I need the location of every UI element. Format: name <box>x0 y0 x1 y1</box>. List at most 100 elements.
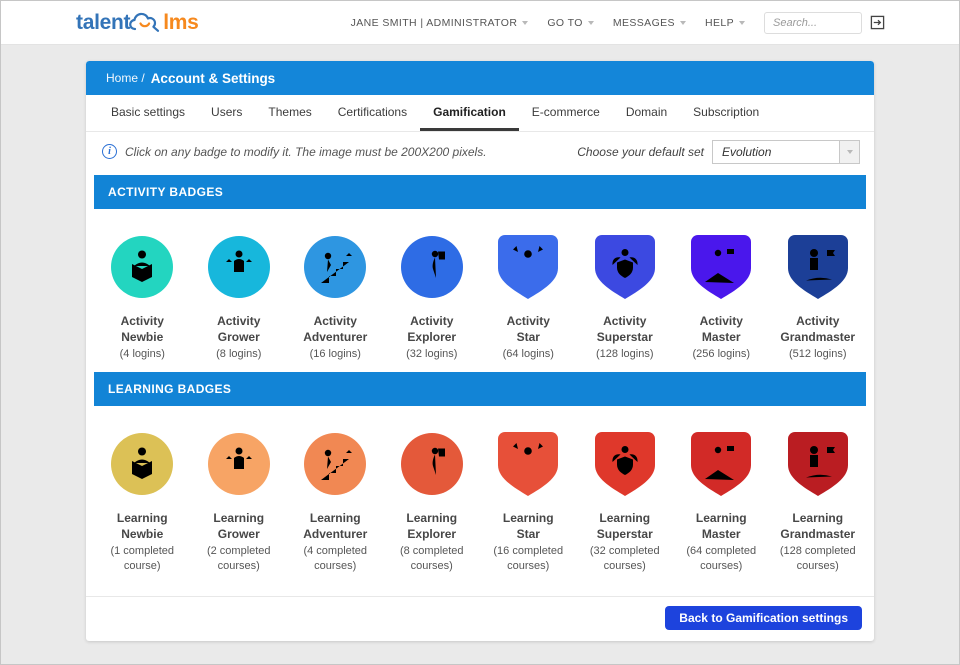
badge-graphic <box>593 430 657 502</box>
nav-help-label: HELP <box>705 17 734 29</box>
nav-go-to-label: GO TO <box>547 17 582 29</box>
tab-domain[interactable]: Domain <box>613 95 680 131</box>
badge-graphic <box>689 233 753 305</box>
badge-requirement: (1 completed course) <box>95 544 190 574</box>
card-footer: Back to Gamification settings <box>86 596 874 641</box>
activity-badges-header: ACTIVITY BADGES <box>94 175 866 209</box>
badge-graphic <box>303 430 367 502</box>
user-menu-label: JANE SMITH | ADMINISTRATOR <box>351 17 518 29</box>
default-set-area: Choose your default set Evolution <box>577 140 860 164</box>
nav-help[interactable]: HELP <box>705 17 745 29</box>
nav-go-to[interactable]: GO TO <box>547 17 593 29</box>
badge-activity-master[interactable]: Activity Master (256 logins) <box>673 233 770 362</box>
badge-activity-adventurer[interactable]: Activity Adventurer (16 logins) <box>287 233 384 362</box>
badge-requirement: (8 logins) <box>216 347 261 362</box>
badge-learning-newbie[interactable]: Learning Newbie (1 completed course) <box>94 430 191 574</box>
badge-name: Activity Explorer <box>384 314 481 345</box>
info-icon: i <box>102 144 117 159</box>
tab-basic-settings[interactable]: Basic settings <box>98 95 198 131</box>
badge-activity-superstar[interactable]: Activity Superstar (128 logins) <box>577 233 674 362</box>
badge-activity-grower[interactable]: Activity Grower (8 logins) <box>191 233 288 362</box>
badge-learning-grandmaster[interactable]: Learning Grandmaster (128 completed cour… <box>770 430 867 574</box>
chevron-down-icon <box>680 21 686 25</box>
badge-learning-grower[interactable]: Learning Grower (2 completed courses) <box>191 430 288 574</box>
badge-name: Learning Newbie <box>94 511 191 542</box>
badge-graphic <box>496 430 560 502</box>
search-input[interactable] <box>764 12 862 34</box>
badge-requirement: (2 completed courses) <box>191 544 286 574</box>
page-title: Account & Settings <box>151 71 276 86</box>
badge-name: Activity Star <box>480 314 577 345</box>
user-menu[interactable]: JANE SMITH | ADMINISTRATOR <box>351 17 529 29</box>
badge-requirement: (16 completed courses) <box>481 544 576 574</box>
tab-subscription[interactable]: Subscription <box>680 95 772 131</box>
badge-requirement: (512 logins) <box>789 347 846 362</box>
badge-activity-explorer[interactable]: Activity Explorer (32 logins) <box>384 233 481 362</box>
badge-name: Learning Explorer <box>384 511 481 542</box>
badge-graphic <box>400 430 464 502</box>
cloud-icon <box>128 10 164 34</box>
default-set-select[interactable]: Evolution <box>712 140 860 164</box>
talentlms-logo[interactable]: talent lms <box>76 10 199 35</box>
badge-graphic <box>207 430 271 502</box>
breadcrumb-home-link[interactable]: Home / <box>106 71 145 85</box>
learning-badges-grid: Learning Newbie (1 completed course) Lea… <box>86 406 874 580</box>
badge-graphic <box>110 233 174 305</box>
settings-card: Home / Account & Settings Basic settings… <box>86 61 874 641</box>
top-header: talent lms JANE SMITH | ADMINISTRATOR GO… <box>1 1 959 45</box>
badge-learning-superstar[interactable]: Learning Superstar (32 completed courses… <box>577 430 674 574</box>
badge-requirement: (16 logins) <box>310 347 361 362</box>
badge-requirement: (8 completed courses) <box>384 544 479 574</box>
badge-name: Learning Adventurer <box>287 511 384 542</box>
badge-requirement: (4 logins) <box>120 347 165 362</box>
badge-graphic <box>786 233 850 305</box>
info-note-text: Click on any badge to modify it. The ima… <box>125 145 487 159</box>
badge-name: Learning Master <box>673 511 770 542</box>
badge-graphic <box>207 233 271 305</box>
settings-tabs: Basic settings Users Themes Certificatio… <box>86 95 874 132</box>
badge-learning-explorer[interactable]: Learning Explorer (8 completed courses) <box>384 430 481 574</box>
badge-requirement: (128 logins) <box>596 347 653 362</box>
badge-activity-grandmaster[interactable]: Activity Grandmaster (512 logins) <box>770 233 867 362</box>
default-set-label: Choose your default set <box>577 145 704 159</box>
app-window: talent lms JANE SMITH | ADMINISTRATOR GO… <box>0 0 960 665</box>
badge-requirement: (4 completed courses) <box>288 544 383 574</box>
default-set-value: Evolution <box>713 141 839 163</box>
badge-name: Activity Superstar <box>577 314 674 345</box>
badge-graphic <box>303 233 367 305</box>
badge-activity-newbie[interactable]: Activity Newbie (4 logins) <box>94 233 191 362</box>
select-caret-box[interactable] <box>839 141 859 163</box>
badge-learning-star[interactable]: Learning Star (16 completed courses) <box>480 430 577 574</box>
tab-certifications[interactable]: Certifications <box>325 95 420 131</box>
spacer <box>86 580 874 596</box>
tab-themes[interactable]: Themes <box>255 95 324 131</box>
top-navigation: JANE SMITH | ADMINISTRATOR GO TO MESSAGE… <box>351 12 885 34</box>
badge-graphic <box>786 430 850 502</box>
logo-talent-text: talent <box>76 11 130 35</box>
badge-requirement: (32 logins) <box>406 347 457 362</box>
badge-activity-star[interactable]: Activity Star (64 logins) <box>480 233 577 362</box>
badge-requirement: (64 completed courses) <box>674 544 769 574</box>
chevron-down-icon <box>588 21 594 25</box>
badge-requirement: (32 completed courses) <box>577 544 672 574</box>
tab-ecommerce[interactable]: E-commerce <box>519 95 613 131</box>
badge-name: Learning Star <box>480 511 577 542</box>
nav-messages[interactable]: MESSAGES <box>613 17 686 29</box>
badge-name: Activity Grower <box>191 314 288 345</box>
badge-learning-adventurer[interactable]: Learning Adventurer (4 completed courses… <box>287 430 384 574</box>
enter-search-icon[interactable] <box>870 15 885 30</box>
info-note-area: i Click on any badge to modify it. The i… <box>102 144 487 159</box>
search-area <box>764 12 885 34</box>
badge-name: Learning Grandmaster <box>770 511 867 542</box>
tab-users[interactable]: Users <box>198 95 255 131</box>
learning-badges-header: LEARNING BADGES <box>94 372 866 406</box>
badge-name: Activity Grandmaster <box>770 314 867 345</box>
badge-graphic <box>593 233 657 305</box>
logo-lms-text: lms <box>163 11 198 35</box>
badge-name: Learning Grower <box>191 511 288 542</box>
badge-name: Activity Newbie <box>94 314 191 345</box>
tab-gamification[interactable]: Gamification <box>420 95 519 131</box>
back-to-gamification-button[interactable]: Back to Gamification settings <box>665 606 862 630</box>
badge-graphic <box>689 430 753 502</box>
badge-learning-master[interactable]: Learning Master (64 completed courses) <box>673 430 770 574</box>
